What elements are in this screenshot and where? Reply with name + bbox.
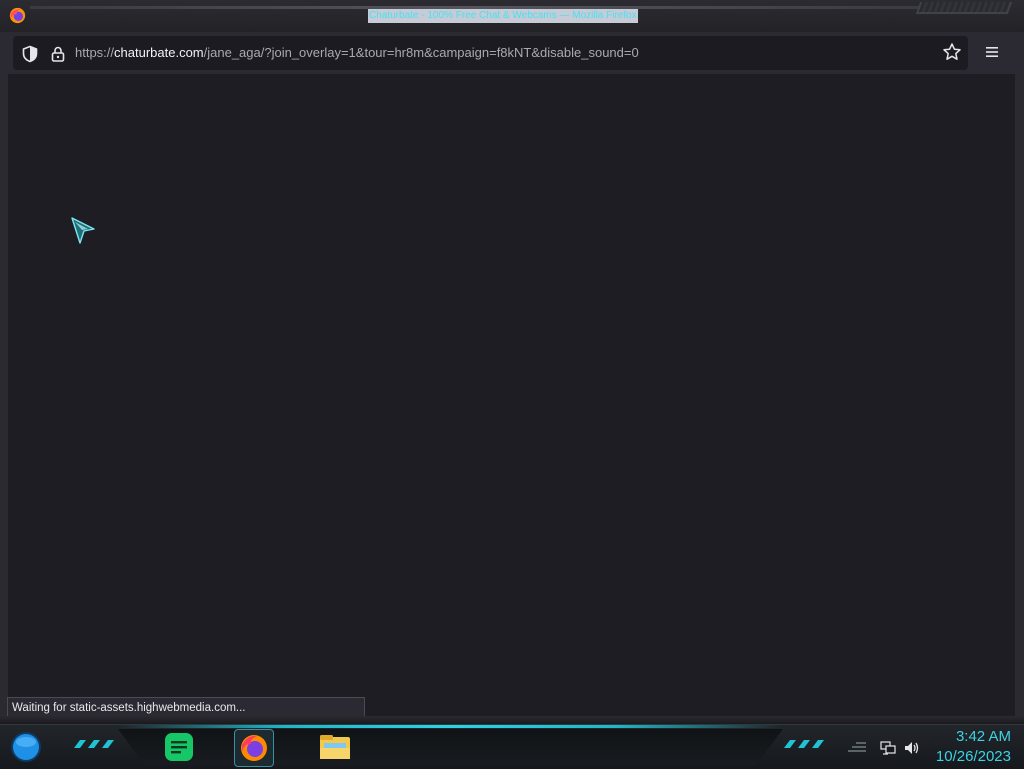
notes-app-icon[interactable] bbox=[160, 729, 198, 765]
volume-icon[interactable] bbox=[904, 740, 920, 756]
url-text[interactable]: https://chaturbate.com/jane_aga/?join_ov… bbox=[75, 36, 639, 70]
show-hidden-icons-icon[interactable] bbox=[846, 741, 868, 753]
bookmark-star-icon[interactable] bbox=[942, 42, 962, 62]
taskbar: 3:42 AM 10/26/2023 bbox=[0, 724, 1024, 769]
window-titlebar[interactable]: Chaturbate - 100% Free Chat & Webcams — … bbox=[0, 0, 1024, 32]
window-title: Chaturbate - 100% Free Chat & Webcams — … bbox=[368, 9, 638, 23]
url-path: /jane_aga/?join_overlay=1&tour=hr8m&camp… bbox=[203, 45, 639, 60]
url-host: chaturbate.com bbox=[114, 45, 204, 60]
hamburger-menu-icon[interactable] bbox=[984, 44, 1000, 60]
taskbar-left-chevrons bbox=[74, 740, 114, 748]
clock-time[interactable]: 3:42 AM bbox=[956, 728, 1011, 745]
taskbar-glow bbox=[120, 725, 780, 728]
firefox-window-icon[interactable] bbox=[9, 7, 26, 24]
lock-icon[interactable] bbox=[49, 45, 67, 63]
url-prefix: https:// bbox=[75, 45, 115, 60]
network-icon[interactable] bbox=[880, 741, 896, 755]
mouse-cursor-icon bbox=[71, 217, 95, 244]
titlebar-right-decoration bbox=[915, 2, 1013, 14]
taskbar-center-panel bbox=[118, 729, 783, 765]
window-bottom-border bbox=[0, 716, 1024, 724]
address-bar[interactable]: https://chaturbate.com/jane_aga/?join_ov… bbox=[13, 36, 968, 70]
navigation-toolbar: https://chaturbate.com/jane_aga/?join_ov… bbox=[0, 32, 1024, 74]
taskbar-right-chevrons bbox=[784, 740, 824, 748]
file-explorer-app-icon[interactable] bbox=[316, 729, 354, 765]
clock-date[interactable]: 10/26/2023 bbox=[936, 748, 1011, 765]
window-left-border bbox=[0, 74, 8, 724]
page-content[interactable] bbox=[8, 74, 1015, 716]
firefox-app-icon[interactable] bbox=[234, 729, 274, 767]
tracking-protection-shield-icon[interactable] bbox=[21, 45, 39, 63]
start-button[interactable] bbox=[8, 731, 44, 763]
status-panel: Waiting for static-assets.highwebmedia.c… bbox=[7, 697, 365, 717]
window-right-border bbox=[1015, 74, 1024, 724]
